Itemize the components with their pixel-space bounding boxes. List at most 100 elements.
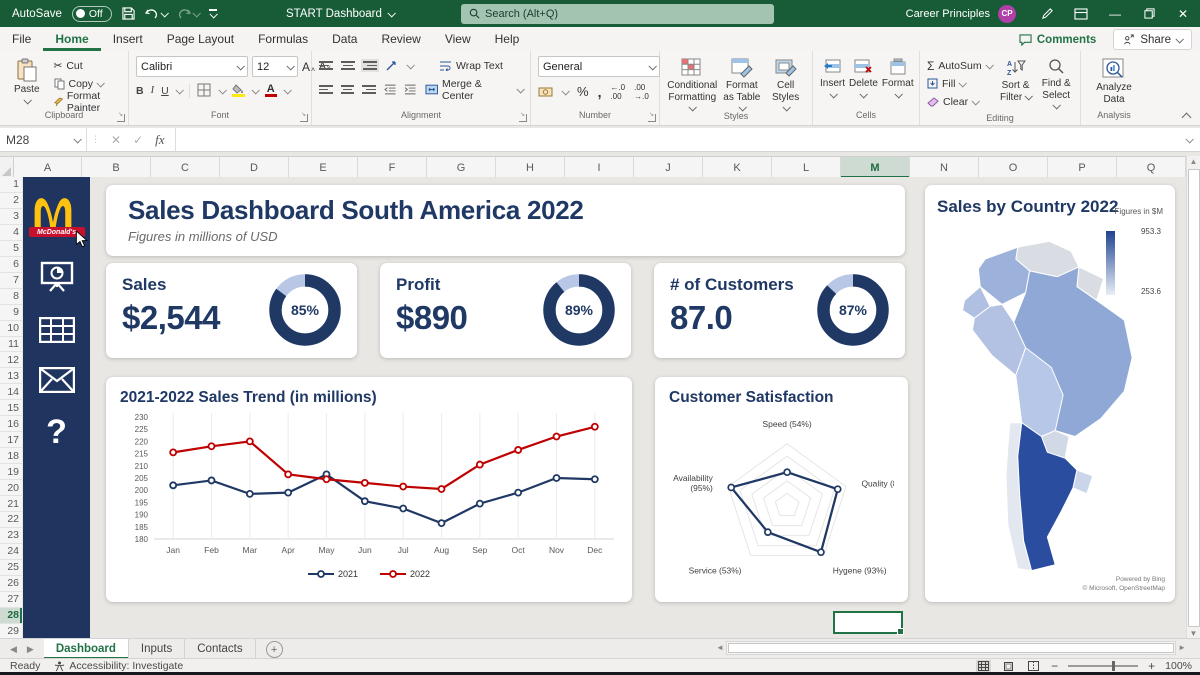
merge-center-button[interactable]: Merge & Center [425, 82, 523, 97]
increase-indent-button[interactable] [404, 84, 417, 95]
font-dialog-launcher[interactable]: ↘ [300, 114, 308, 122]
vertical-scrollbar[interactable]: ▲▼ [1186, 156, 1200, 640]
column-header-O[interactable]: O [979, 157, 1048, 178]
ribbon-tab-help[interactable]: Help [483, 27, 532, 51]
column-header-M[interactable]: M [841, 157, 910, 178]
decrease-decimal-button[interactable]: .00→.0 [634, 83, 649, 101]
row-header-12[interactable]: 12 [0, 352, 22, 368]
underline-button[interactable]: U [161, 85, 169, 97]
formula-bar-splitter[interactable]: ⋮ [91, 134, 101, 145]
tab-scroll-right[interactable]: ▶ [27, 644, 34, 655]
fill-handle[interactable] [897, 628, 904, 635]
cancel-entry-button[interactable]: ✕ [111, 133, 121, 147]
row-header-6[interactable]: 6 [0, 257, 22, 273]
column-header-B[interactable]: B [82, 157, 151, 178]
column-header-H[interactable]: H [496, 157, 565, 178]
column-header-D[interactable]: D [220, 157, 289, 178]
formula-input[interactable] [176, 128, 1186, 151]
hscroll-right-arrow[interactable]: ► [1178, 643, 1186, 653]
cut-button[interactable]: ✂Cut [54, 58, 122, 73]
sheet-tab-contacts[interactable]: Contacts [185, 639, 255, 659]
row-header-15[interactable]: 15 [0, 400, 22, 416]
page-break-view-button[interactable] [1026, 660, 1041, 672]
decrease-indent-button[interactable] [384, 84, 397, 95]
bold-button[interactable]: B [136, 85, 144, 97]
column-header-Q[interactable]: Q [1117, 157, 1186, 178]
vertical-scroll-thumb[interactable] [1188, 169, 1200, 627]
column-header-I[interactable]: I [565, 157, 634, 178]
radar-chart[interactable]: Speed (54%)Quality (86%)Hygene (93%)Serv… [669, 407, 894, 593]
row-header-1[interactable]: 1 [0, 177, 22, 193]
row-header-11[interactable]: 11 [0, 337, 22, 353]
sidebar-mail-button[interactable] [39, 367, 75, 393]
sidebar-table-button[interactable] [39, 317, 75, 343]
zoom-out-button[interactable]: − [1051, 659, 1058, 673]
font-color-button[interactable]: A [265, 84, 277, 97]
row-header-8[interactable]: 8 [0, 289, 22, 305]
hscroll-left-arrow[interactable]: ◄ [716, 643, 724, 653]
row-header-10[interactable]: 10 [0, 321, 22, 337]
column-header-F[interactable]: F [358, 157, 427, 178]
zoom-slider-thumb[interactable] [1112, 661, 1115, 671]
fill-button[interactable]: Fill [927, 76, 992, 91]
fill-color-button[interactable] [232, 84, 245, 97]
account-name[interactable]: Career Principles [906, 8, 990, 20]
ribbon-tab-page-layout[interactable]: Page Layout [155, 27, 246, 51]
align-center-button[interactable] [341, 85, 355, 94]
normal-view-button[interactable] [976, 660, 991, 672]
format-cells-button[interactable]: Format [882, 56, 914, 98]
comments-button[interactable]: Comments [1010, 30, 1105, 49]
row-header-5[interactable]: 5 [0, 241, 22, 257]
sort-filter-button[interactable]: AZ Sort & Filter [1000, 56, 1032, 103]
workbook-title[interactable]: START Dashboard [286, 0, 394, 27]
number-format-select[interactable]: General [538, 56, 660, 77]
name-box[interactable]: M28 [0, 128, 87, 151]
column-header-J[interactable]: J [634, 157, 703, 178]
row-header-27[interactable]: 27 [0, 592, 22, 608]
row-header-7[interactable]: 7 [0, 273, 22, 289]
align-bottom-button[interactable] [361, 59, 379, 72]
row-header-18[interactable]: 18 [0, 448, 22, 464]
column-header-G[interactable]: G [427, 157, 496, 178]
save-button[interactable] [122, 7, 135, 20]
selected-cell-M28[interactable] [833, 611, 903, 634]
sheet-tab-inputs[interactable]: Inputs [129, 639, 185, 659]
minimize-button[interactable]: — [1098, 0, 1132, 27]
row-header-22[interactable]: 22 [0, 512, 22, 528]
mcdonalds-logo[interactable]: McDonald's [29, 191, 85, 237]
new-sheet-button[interactable]: + [266, 641, 283, 658]
insert-cells-button[interactable]: Insert [820, 56, 845, 98]
insert-function-button[interactable]: fx [155, 132, 164, 148]
increase-decimal-button[interactable]: ←.0.00 [610, 83, 625, 101]
cell-styles-button[interactable]: Cell Styles [766, 56, 805, 111]
ribbon-display-button[interactable] [1064, 0, 1098, 27]
select-all-corner[interactable] [0, 157, 14, 178]
autosum-button[interactable]: ΣAutoSum [927, 58, 992, 73]
row-header-16[interactable]: 16 [0, 416, 22, 432]
zoom-in-button[interactable]: + [1148, 659, 1155, 673]
row-header-24[interactable]: 24 [0, 544, 22, 560]
ribbon-tab-formulas[interactable]: Formulas [246, 27, 320, 51]
paste-button[interactable]: Paste [7, 56, 47, 104]
row-header-23[interactable]: 23 [0, 528, 22, 544]
sheet-tab-dashboard[interactable]: Dashboard [44, 639, 129, 659]
ribbon-tab-insert[interactable]: Insert [101, 27, 155, 51]
clipboard-dialog-launcher[interactable]: ↘ [117, 114, 125, 122]
column-header-E[interactable]: E [289, 157, 358, 178]
kpi-card-customers[interactable]: # of Customers87.087% [654, 263, 905, 358]
column-header-A[interactable]: A [14, 157, 82, 178]
format-painter-button[interactable]: Format Painter [54, 94, 122, 109]
find-select-button[interactable]: Find & Select [1039, 56, 1073, 113]
customize-quick-access-button[interactable] [209, 9, 217, 17]
share-button[interactable]: Share [1113, 29, 1192, 50]
collapse-ribbon-button[interactable] [1182, 113, 1192, 123]
row-header-21[interactable]: 21 [0, 496, 22, 512]
avatar[interactable]: CP [998, 5, 1016, 23]
row-header-2[interactable]: 2 [0, 193, 22, 209]
row-header-28[interactable]: 28 [0, 608, 22, 624]
redo-button[interactable] [177, 8, 199, 20]
column-header-P[interactable]: P [1048, 157, 1117, 178]
ribbon-tab-file[interactable]: File [0, 27, 43, 51]
kpi-card-profit[interactable]: Profit$89089% [380, 263, 631, 358]
ribbon-tab-home[interactable]: Home [43, 27, 100, 51]
